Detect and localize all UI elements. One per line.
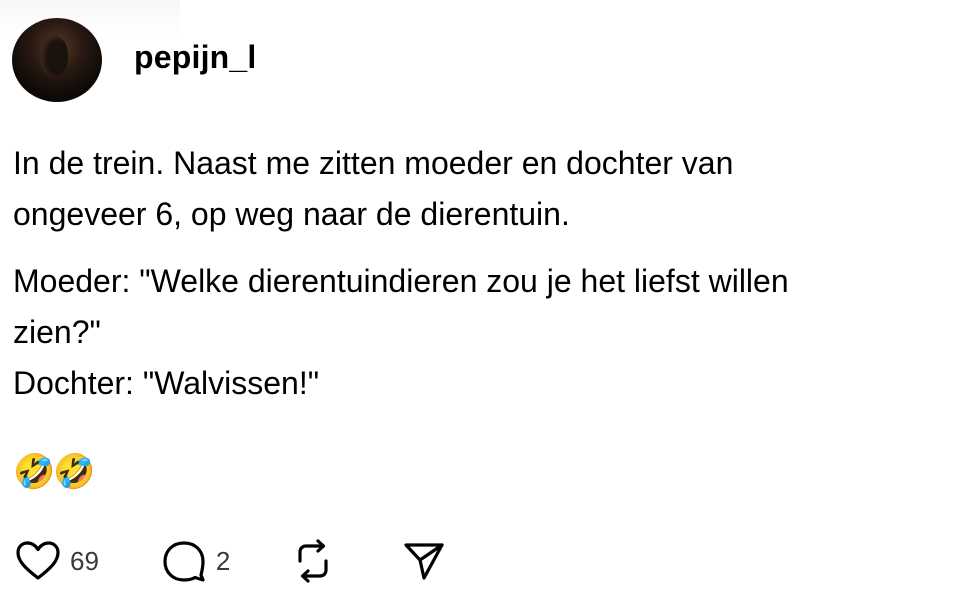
- text-line: Moeder: "Welke dierentuindieren zou je h…: [13, 263, 789, 299]
- reply-count: 2: [215, 545, 231, 576]
- heart-icon: [16, 541, 60, 580]
- paragraph-2: Moeder: "Welke dierentuindieren zou je h…: [13, 256, 963, 409]
- avatar[interactable]: [12, 18, 102, 102]
- comment-icon: [163, 541, 205, 582]
- username[interactable]: pepijn_l: [134, 39, 257, 76]
- text-line: Dochter: "Walvissen!": [13, 365, 320, 401]
- like-count: 69: [70, 545, 99, 576]
- repost-button[interactable]: [290, 538, 336, 584]
- laughing-emoji: 🤣🤣: [13, 453, 96, 491]
- share-button[interactable]: [402, 539, 446, 583]
- repost-icon: [298, 539, 328, 583]
- like-button[interactable]: 69: [15, 540, 99, 582]
- action-bar: 69 2: [15, 536, 446, 586]
- paragraph-1: In de trein. Naast me zitten moeder en d…: [13, 138, 963, 240]
- post-text: In de trein. Naast me zitten moeder en d…: [13, 138, 963, 409]
- text-line: In de trein. Naast me zitten moeder en d…: [13, 145, 734, 181]
- text-line: zien?": [13, 314, 101, 350]
- reply-button[interactable]: 2: [161, 539, 230, 583]
- post-header: pepijn_l: [12, 18, 257, 102]
- text-line: ongeveer 6, op weg naar de dierentuin.: [13, 196, 570, 232]
- send-icon: [404, 543, 444, 580]
